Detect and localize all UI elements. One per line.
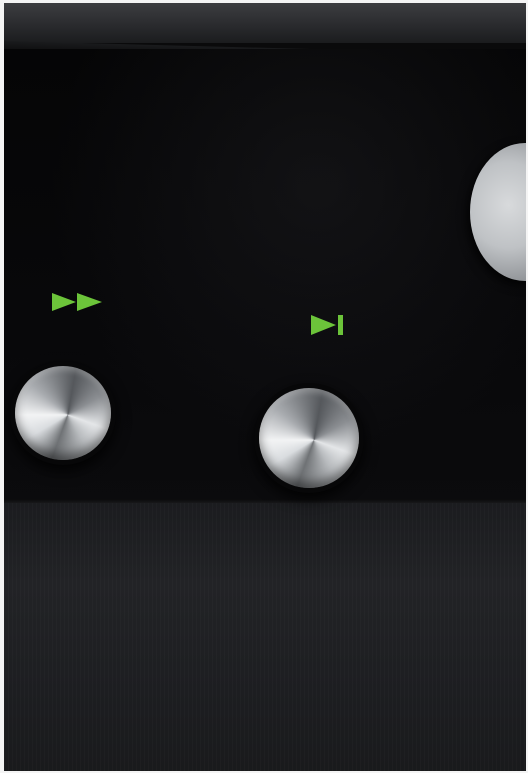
skip-next-button[interactable] — [254, 383, 364, 493]
device-photo — [4, 3, 526, 771]
skip-next-icon — [311, 315, 343, 335]
top-trim — [4, 3, 526, 43]
fast-forward-icon — [52, 293, 102, 311]
fast-forward-button[interactable] — [10, 361, 116, 465]
fast-forward-button-cap — [15, 366, 111, 460]
skip-next-button-cap — [259, 388, 359, 488]
lower-panel — [4, 503, 526, 771]
